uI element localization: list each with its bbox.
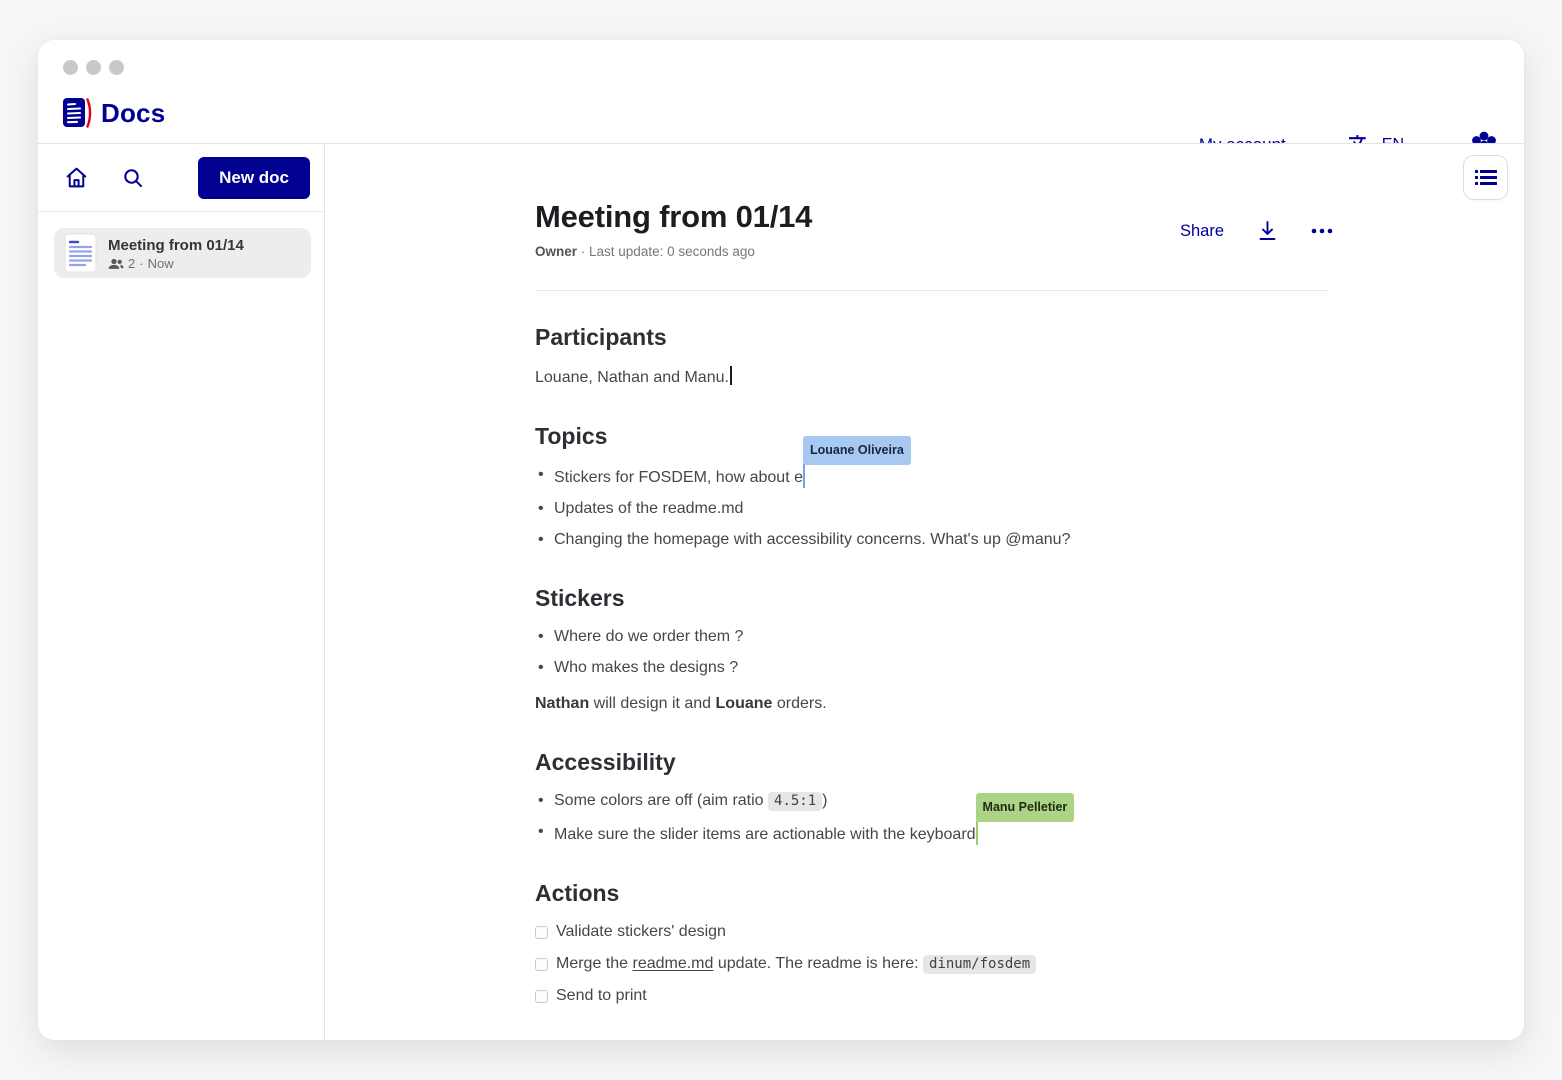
more-options-icon[interactable]	[1311, 228, 1333, 234]
checkbox[interactable]	[535, 958, 548, 971]
section-heading-participants: Participants	[535, 324, 1329, 351]
bullet-item: Stickers for FOSDEM, how about eLouane O…	[535, 463, 1329, 490]
text-caret	[730, 366, 732, 385]
checklist-item: Validate stickers' design	[535, 920, 1329, 944]
window-control-dot	[63, 60, 78, 75]
checklist-item: Merge the readme.md update. The readme i…	[535, 952, 1329, 976]
sidebar-toolbar: New doc	[38, 144, 324, 212]
text-segment: update. The readme is here:	[713, 955, 923, 972]
checklist-item-text: Validate stickers' design	[556, 920, 726, 944]
topics-list: Stickers for FOSDEM, how about eLouane O…	[535, 463, 1329, 552]
collab-caret	[803, 464, 805, 488]
collab-cursor-label: Manu Pelletier	[976, 793, 1075, 822]
text-segment: Some colors are off (aim ratio	[554, 792, 768, 809]
app-logo[interactable]: Docs	[62, 96, 165, 130]
section-heading-accessibility: Accessibility	[535, 749, 1329, 776]
bullet-item: Updates of the readme.md	[535, 497, 1329, 521]
doc-item-meta: 2 · Now	[108, 256, 244, 271]
text-segment: will design it and	[589, 695, 715, 712]
document-header: Meeting from 01/14 Owner · Last update: …	[535, 144, 1329, 291]
main-area: Meeting from 01/14 Owner · Last update: …	[326, 144, 1524, 1040]
accessibility-list: Some colors are off (aim ratio 4.5:1) Mak…	[535, 789, 1329, 847]
section-heading-actions: Actions	[535, 880, 1329, 907]
text-segment: Louane, Nathan and Manu.	[535, 369, 729, 386]
participants-text: Louane, Nathan and Manu.	[535, 366, 1329, 390]
section-heading-stickers: Stickers	[535, 585, 1329, 612]
new-doc-button[interactable]: New doc	[198, 157, 310, 199]
checkbox[interactable]	[535, 990, 548, 1003]
text-segment: Nathan	[535, 695, 589, 712]
checklist-item-text: Send to print	[556, 984, 647, 1008]
table-of-contents-button[interactable]	[1463, 155, 1508, 200]
bullet-item: Where do we order them ?	[535, 625, 1329, 649]
text-segment: )	[822, 792, 827, 809]
text-segment: Merge the	[556, 955, 632, 972]
text-segment: Changing the homepage with accessibility…	[554, 531, 1070, 548]
inline-link[interactable]: readme.md	[632, 955, 713, 972]
sidebar: New doc Meeting from 01/14	[38, 144, 325, 1040]
share-button[interactable]: Share	[1180, 222, 1224, 241]
collab-cursor-blue: Louane Oliveira	[803, 463, 805, 486]
text-segment: orders.	[772, 695, 826, 712]
home-icon	[64, 165, 89, 190]
doc-item-members-count: 2	[128, 256, 135, 271]
checklist-item: Send to print	[535, 984, 1329, 1008]
app-window: Docs My account EN	[38, 40, 1524, 1040]
document-thumbnail-icon	[64, 233, 97, 273]
text-segment: Where do we order them ?	[554, 628, 743, 645]
doc-item-title: Meeting from 01/14	[108, 236, 244, 255]
list-icon	[1475, 169, 1497, 186]
inline-code: 4.5:1	[768, 792, 822, 811]
stickers-note: Nathan will design it and Louane orders.	[535, 692, 1329, 716]
doc-item-updated: Now	[148, 256, 174, 271]
document: Meeting from 01/14 Owner · Last update: …	[535, 144, 1329, 1040]
window-control-dot	[109, 60, 124, 75]
search-icon	[121, 166, 145, 190]
members-icon	[108, 257, 124, 270]
app-name: Docs	[101, 98, 165, 129]
collab-cursor-green: Manu Pelletier	[976, 820, 978, 843]
window-controls	[63, 60, 124, 75]
checklist-item-text: Merge the readme.md update. The readme i…	[556, 952, 1036, 976]
text-segment: Make sure the slider items are actionabl…	[554, 826, 976, 843]
bullet-item: Some colors are off (aim ratio 4.5:1)	[535, 789, 1329, 813]
text-segment: Send to print	[556, 987, 647, 1004]
checkbox[interactable]	[535, 926, 548, 939]
document-subtitle: Owner · Last update: 0 seconds ago	[535, 244, 1329, 259]
text-segment: Who makes the designs ?	[554, 659, 738, 676]
text-segment: Stickers for FOSDEM, how about e	[554, 469, 803, 486]
collab-cursor-label: Louane Oliveira	[803, 436, 911, 465]
sidebar-doc-item[interactable]: Meeting from 01/14 2 · Now	[54, 228, 311, 278]
search-button[interactable]	[117, 162, 149, 194]
actions-checklist: Validate stickers' design Merge the readm…	[535, 920, 1329, 1008]
header-rule	[535, 290, 1329, 291]
inline-code: dinum/fosdem	[923, 955, 1036, 974]
window-control-dot	[86, 60, 101, 75]
download-icon[interactable]	[1257, 220, 1278, 242]
bullet-item: Changing the homepage with accessibility…	[535, 528, 1329, 552]
last-update-text: · Last update: 0 seconds ago	[581, 244, 755, 259]
text-segment: Louane	[716, 695, 773, 712]
doc-item-separator: ·	[139, 256, 143, 271]
document-actions: Share	[1180, 220, 1333, 242]
text-segment: Updates of the readme.md	[554, 500, 743, 517]
docs-book-icon	[62, 96, 92, 130]
titlebar: Docs My account EN	[38, 40, 1524, 143]
owner-badge: Owner	[535, 244, 577, 259]
bullet-item: Make sure the slider items are actionabl…	[535, 820, 1329, 847]
text-segment: Validate stickers' design	[556, 923, 726, 940]
stickers-list: Where do we order them ? Who makes the de…	[535, 625, 1329, 680]
bullet-item: Who makes the designs ?	[535, 656, 1329, 680]
collab-caret	[976, 821, 978, 845]
section-heading-topics: Topics	[535, 423, 1329, 450]
home-button[interactable]	[60, 161, 93, 194]
